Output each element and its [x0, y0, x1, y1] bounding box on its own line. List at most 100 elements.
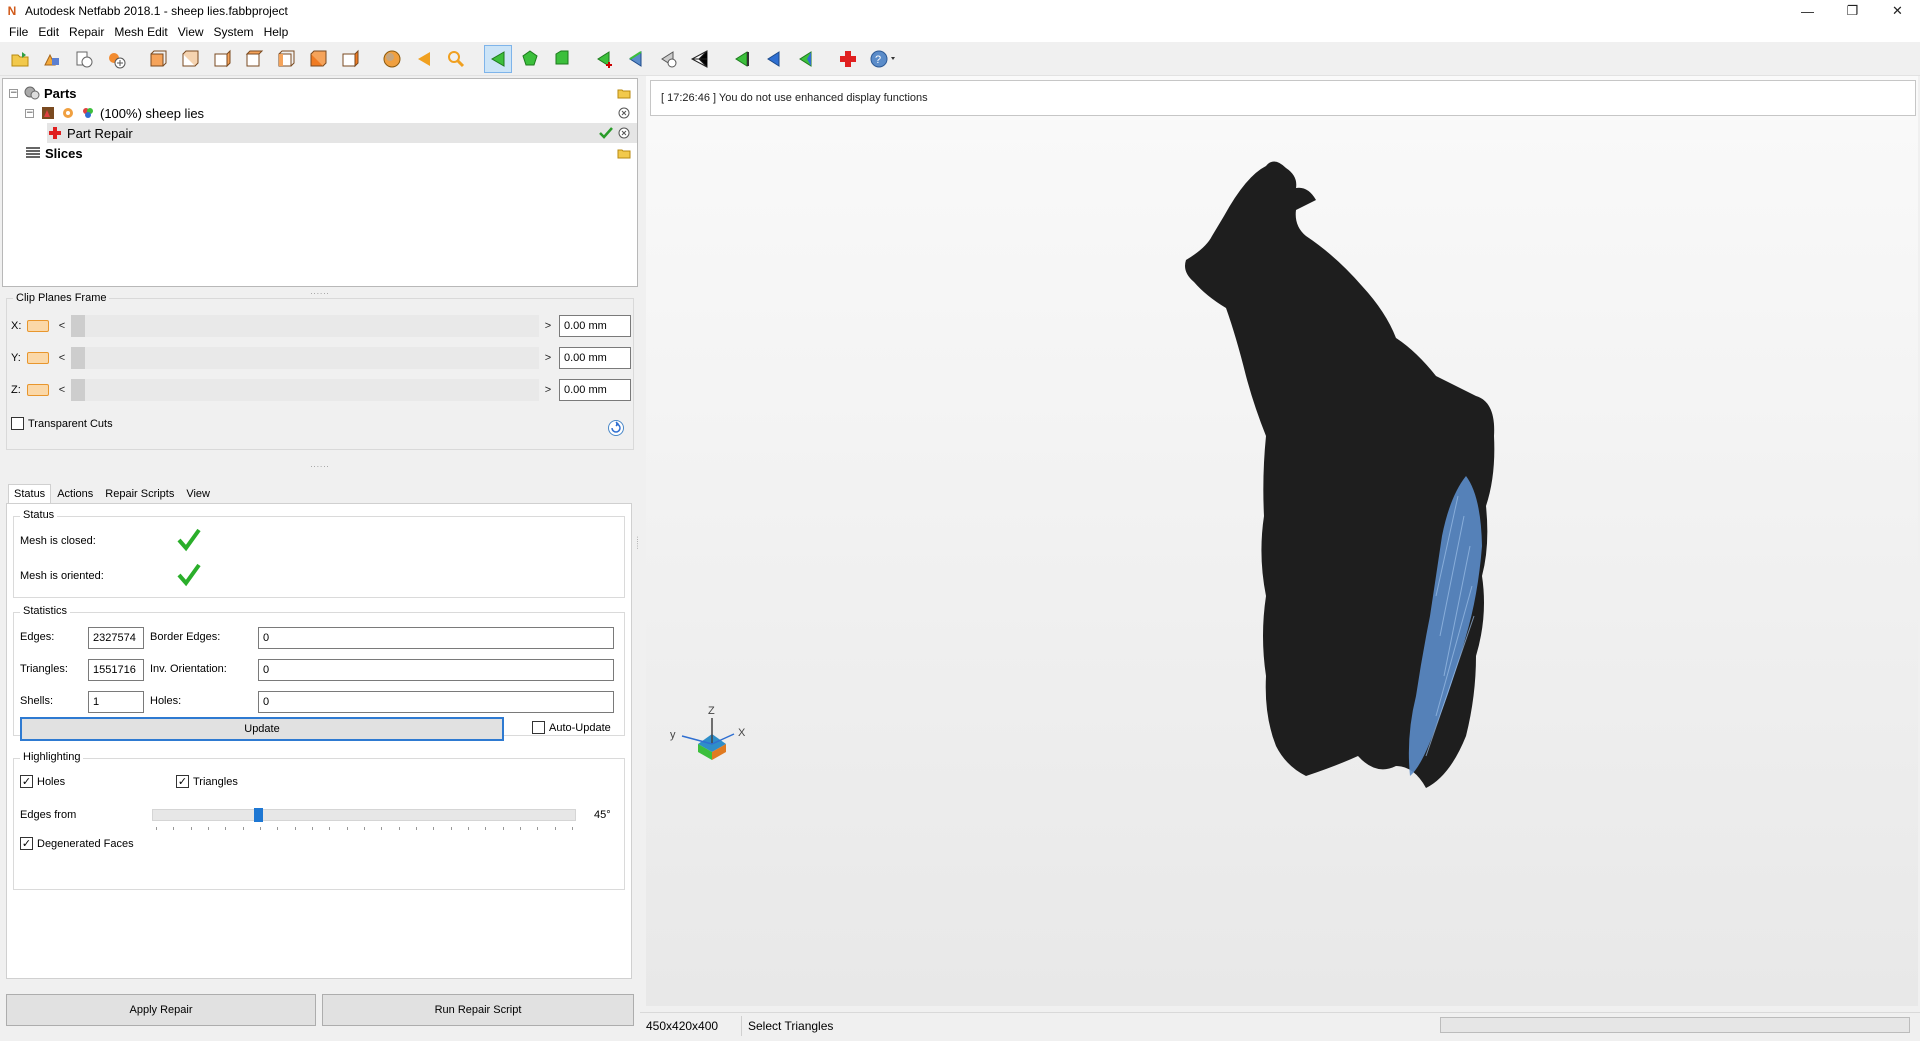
- project-tree: − Parts − (100%) sheep lies Part Repair …: [2, 78, 638, 287]
- tree-row-part-repair[interactable]: Part Repair: [47, 123, 637, 143]
- menu-edit[interactable]: Edit: [33, 22, 64, 42]
- statistics-group: Statistics Edges: 2327574 Border Edges: …: [13, 605, 625, 741]
- mesh-edit-icon[interactable]: [686, 45, 714, 73]
- select-surface-icon[interactable]: [516, 45, 544, 73]
- sphere-icon[interactable]: [378, 45, 406, 73]
- repair-cross-icon[interactable]: [834, 45, 862, 73]
- tree-row-part[interactable]: − (100%) sheep lies: [25, 103, 637, 123]
- arrow-left-icon[interactable]: [410, 45, 438, 73]
- view-back-icon[interactable]: [176, 45, 204, 73]
- tree-row-slices[interactable]: Slices: [25, 143, 637, 163]
- sheep-model-render[interactable]: Z X y: [646, 76, 1918, 1006]
- add-triangle-icon[interactable]: [590, 45, 618, 73]
- menu-view[interactable]: View: [173, 22, 209, 42]
- clip-value-input[interactable]: 0.00 mm: [559, 379, 631, 401]
- clip-slider-thumb[interactable]: [71, 347, 85, 369]
- clip-value-input[interactable]: 0.00 mm: [559, 315, 631, 337]
- clip-decrease-button[interactable]: <: [57, 352, 67, 364]
- clip-slider[interactable]: [71, 315, 539, 337]
- update-button[interactable]: Update: [20, 717, 504, 741]
- auto-update-row[interactable]: Auto-Update: [532, 721, 611, 734]
- holes-highlight-row[interactable]: ✓ Holes: [20, 775, 65, 788]
- add-icon[interactable]: [102, 45, 130, 73]
- degenerated-faces-row[interactable]: ✓ Degenerated Faces: [20, 837, 134, 850]
- add-part-icon[interactable]: [38, 45, 66, 73]
- collapse-icon[interactable]: −: [9, 88, 18, 98]
- tab-status[interactable]: Status: [8, 484, 52, 504]
- triangles-highlight-row[interactable]: ✓ Triangles: [176, 775, 238, 788]
- nav-left-blue-icon[interactable]: [760, 45, 788, 73]
- clip-color-swatch[interactable]: [27, 320, 49, 332]
- restore-button[interactable]: ❐: [1830, 0, 1875, 22]
- close-button[interactable]: ✕: [1875, 0, 1920, 22]
- select-shell-icon[interactable]: [548, 45, 576, 73]
- tab-view[interactable]: View: [180, 484, 216, 504]
- menu-mesh-edit[interactable]: Mesh Edit: [109, 22, 172, 42]
- run-repair-script-button[interactable]: Run Repair Script: [322, 994, 634, 1026]
- view-top-icon[interactable]: [272, 45, 300, 73]
- apply-check-icon[interactable]: [599, 126, 613, 140]
- splitter-handle[interactable]: ......: [305, 288, 335, 296]
- clip-color-swatch[interactable]: [27, 384, 49, 396]
- transparent-cuts-checkbox[interactable]: [11, 417, 24, 430]
- nav-left-green-icon[interactable]: [728, 45, 756, 73]
- view-right-icon[interactable]: [240, 45, 268, 73]
- tab-repair-scripts[interactable]: Repair Scripts: [99, 484, 180, 504]
- help-icon[interactable]: ?: [866, 45, 902, 73]
- triangles-highlight-checkbox[interactable]: ✓: [176, 775, 189, 788]
- clip-slider-thumb[interactable]: [71, 315, 85, 337]
- clip-increase-button[interactable]: >: [543, 320, 553, 332]
- clip-slider[interactable]: [71, 347, 539, 369]
- remove-icon[interactable]: [654, 45, 682, 73]
- clip-value-input[interactable]: 0.00 mm: [559, 347, 631, 369]
- select-triangles-icon[interactable]: [484, 44, 512, 73]
- splitter-handle[interactable]: ......: [635, 536, 644, 566]
- clip-decrease-button[interactable]: <: [57, 384, 67, 396]
- holes-highlight-checkbox[interactable]: ✓: [20, 775, 33, 788]
- view-front-icon[interactable]: [144, 45, 172, 73]
- tab-actions[interactable]: Actions: [51, 484, 99, 504]
- open-project-icon[interactable]: [6, 45, 34, 73]
- clip-axis-label: Z:: [11, 384, 21, 396]
- minimize-button[interactable]: —: [1785, 0, 1830, 22]
- degenerated-faces-checkbox[interactable]: ✓: [20, 837, 33, 850]
- nav-left-icon[interactable]: [792, 45, 820, 73]
- 3d-viewport[interactable]: [ 17:26:46 ] You do not use enhanced dis…: [646, 76, 1918, 1006]
- view-bottom-icon[interactable]: [304, 45, 332, 73]
- apply-repair-button[interactable]: Apply Repair: [6, 994, 316, 1026]
- transparent-cuts-row[interactable]: Transparent Cuts: [11, 417, 113, 430]
- remove-part-icon[interactable]: [617, 106, 631, 120]
- menu-system[interactable]: System: [209, 22, 259, 42]
- slider-tick: [156, 827, 157, 830]
- clip-decrease-button[interactable]: <: [57, 320, 67, 332]
- clip-slider[interactable]: [71, 379, 539, 401]
- folder-icon[interactable]: [617, 86, 631, 100]
- menu-repair[interactable]: Repair: [64, 22, 109, 42]
- tree-row-parts[interactable]: − Parts: [9, 83, 637, 103]
- folder-icon[interactable]: [617, 146, 631, 160]
- auto-update-checkbox[interactable]: [532, 721, 545, 734]
- clip-increase-button[interactable]: >: [543, 384, 553, 396]
- clip-color-swatch[interactable]: [27, 352, 49, 364]
- reset-clip-icon[interactable]: [607, 419, 625, 437]
- edges-from-slider-thumb[interactable]: [254, 808, 263, 822]
- axis-gizmo[interactable]: Z X y: [670, 705, 746, 760]
- visibility-icon[interactable]: [60, 105, 76, 121]
- flip-icon[interactable]: [622, 45, 650, 73]
- import-icon[interactable]: [70, 45, 98, 73]
- sheep-mesh[interactable]: [1185, 161, 1495, 789]
- edges-from-slider[interactable]: [152, 809, 576, 821]
- clip-increase-button[interactable]: >: [543, 352, 553, 364]
- splitter-handle[interactable]: ......: [305, 461, 335, 469]
- view-iso-icon[interactable]: [336, 45, 364, 73]
- menu-file[interactable]: File: [4, 22, 33, 42]
- status-mode: Select Triangles: [748, 1019, 834, 1033]
- zoom-icon[interactable]: [442, 45, 470, 73]
- clip-slider-thumb[interactable]: [71, 379, 85, 401]
- triangles-highlight-label: Triangles: [193, 775, 238, 788]
- collapse-icon[interactable]: −: [25, 108, 34, 118]
- close-repair-icon[interactable]: [617, 126, 631, 140]
- view-left-icon[interactable]: [208, 45, 236, 73]
- color-icon[interactable]: [80, 105, 96, 121]
- menu-help[interactable]: Help: [259, 22, 294, 42]
